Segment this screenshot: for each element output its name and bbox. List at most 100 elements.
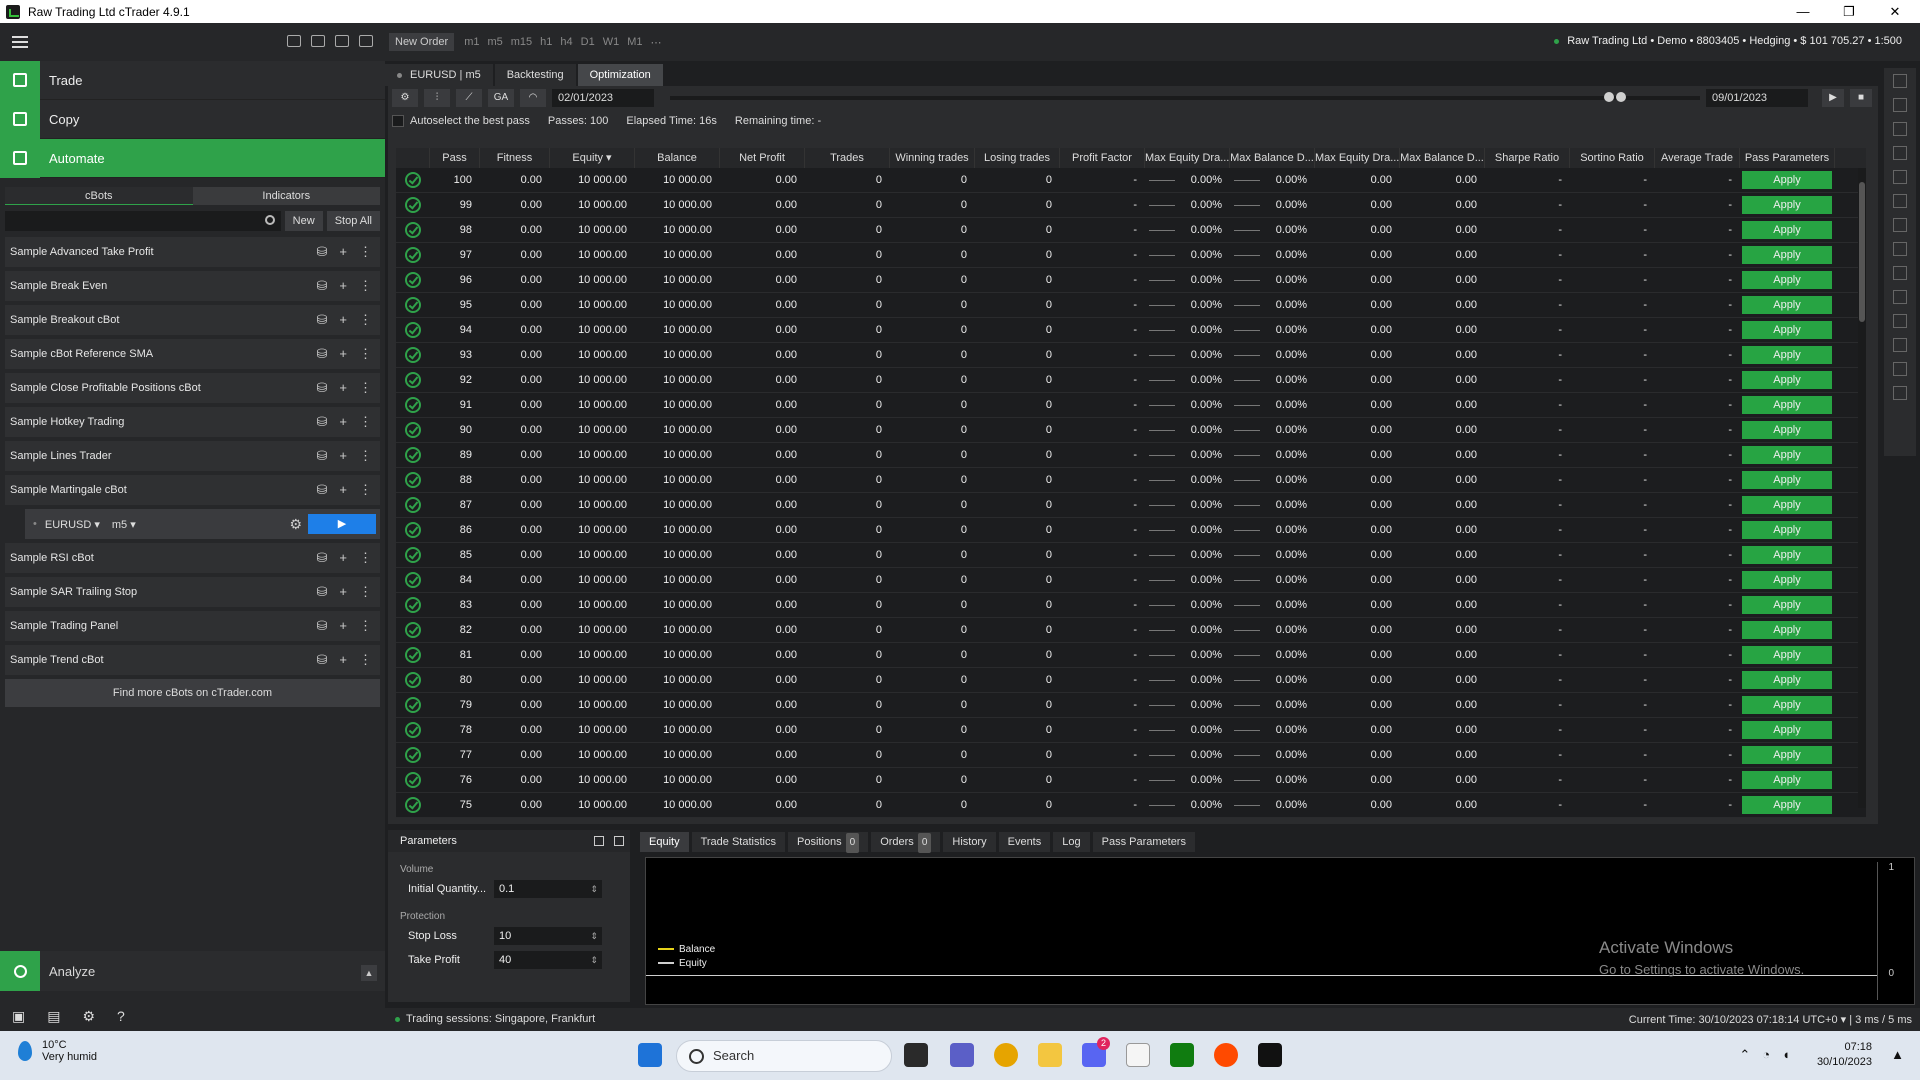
tab-equity[interactable]: Equity	[640, 832, 689, 852]
instances-icon[interactable]: ⛁	[317, 381, 328, 394]
crosshair-icon[interactable]	[1893, 98, 1907, 112]
parameters-icon[interactable]: ⫶	[424, 89, 450, 107]
table-row[interactable]: 81 0.00 10 000.00 10 000.00 0.00 0 0 0-0.00% 0.0…	[396, 643, 1866, 668]
find-more-cbots-button[interactable]: Find more cBots on cTrader.com	[5, 679, 380, 707]
apply-button[interactable]: Apply	[1742, 296, 1832, 314]
channel-icon[interactable]	[1893, 242, 1907, 256]
table-row[interactable]: 83 0.00 10 000.00 10 000.00 0.00 0 0 0-0.00% 0.0…	[396, 593, 1866, 618]
table-row[interactable]: 91 0.00 10 000.00 10 000.00 0.00 0 0 0-0.00% 0.0…	[396, 393, 1866, 418]
tab-cbots[interactable]: cBots	[5, 187, 193, 205]
add-instance-icon[interactable]: +	[339, 449, 347, 462]
table-row[interactable]: 89 0.00 10 000.00 10 000.00 0.00 0 0 0-0.00% 0.0…	[396, 443, 1866, 468]
column-header[interactable]: Fitness	[480, 148, 550, 168]
new-order-button[interactable]: New Order	[389, 33, 455, 51]
apply-button[interactable]: Apply	[1742, 696, 1832, 714]
timeframe-2[interactable]: m15	[511, 36, 532, 49]
menu-icon[interactable]	[12, 36, 28, 48]
instances-icon[interactable]: ⛁	[317, 551, 328, 564]
more-icon[interactable]: ⋮	[359, 449, 372, 462]
cbot-row[interactable]: Sample Martingale cBot ⛁ + ⋮	[5, 475, 380, 505]
table-row[interactable]: 80 0.00 10 000.00 10 000.00 0.00 0 0 0-0.00% 0.0…	[396, 668, 1866, 693]
apply-button[interactable]: Apply	[1742, 421, 1832, 439]
table-row[interactable]: 98 0.00 10 000.00 10 000.00 0.00 0 0 0-0.00% 0.0…	[396, 218, 1866, 243]
rectangle-icon[interactable]	[1893, 266, 1907, 280]
add-instance-icon[interactable]: +	[339, 313, 347, 326]
instances-icon[interactable]: ⛁	[317, 279, 328, 292]
discord-icon[interactable]: 2	[1082, 1037, 1110, 1067]
start-date-picker[interactable]: 02/01/2023	[552, 89, 654, 107]
bell-icon[interactable]	[1893, 386, 1907, 400]
date-range-slider[interactable]	[670, 92, 1700, 102]
column-header[interactable]: Losing trades	[975, 148, 1060, 168]
parameter-value-input[interactable]: 10	[494, 927, 602, 945]
column-header[interactable]: Max Equity Dra...	[1315, 148, 1400, 168]
range-end-handle[interactable]	[1616, 92, 1626, 102]
table-row[interactable]: 78 0.00 10 000.00 10 000.00 0.00 0 0 0-0.00% 0.0…	[396, 718, 1866, 743]
add-instance-icon[interactable]: +	[339, 551, 347, 564]
apply-button[interactable]: Apply	[1742, 371, 1832, 389]
timeframe-7[interactable]: M1	[627, 36, 642, 49]
more-icon[interactable]: ⋮	[359, 279, 372, 292]
apply-button[interactable]: Apply	[1742, 546, 1832, 564]
cbot-row[interactable]: Sample Breakout cBot ⛁ + ⋮	[5, 305, 380, 335]
column-header[interactable]: Pass	[430, 148, 480, 168]
table-row[interactable]: 90 0.00 10 000.00 10 000.00 0.00 0 0 0-0.00% 0.0…	[396, 418, 1866, 443]
more-icon[interactable]: ⋮	[359, 245, 372, 258]
ga-button[interactable]: GA	[488, 89, 514, 107]
instances-icon[interactable]: ⛁	[317, 619, 328, 632]
keyboard-icon[interactable]	[359, 35, 373, 47]
column-header[interactable]: Balance	[635, 148, 720, 168]
gift-icon[interactable]: ▣	[12, 1008, 25, 1025]
nav-automate[interactable]: Automate	[0, 138, 385, 178]
column-header[interactable]: Max Balance D...	[1400, 148, 1485, 168]
apply-button[interactable]: Apply	[1742, 271, 1832, 289]
table-row[interactable]: 84 0.00 10 000.00 10 000.00 0.00 0 0 0-0.00% 0.0…	[396, 568, 1866, 593]
fibonacci-icon[interactable]	[1893, 194, 1907, 208]
table-row[interactable]: 100 0.00 10 000.00 10 000.00 0.00 0 0 0-0.00% 0.…	[396, 168, 1866, 193]
apply-button[interactable]: Apply	[1742, 646, 1832, 664]
instances-icon[interactable]: ⛁	[317, 313, 328, 326]
table-row[interactable]: 77 0.00 10 000.00 10 000.00 0.00 0 0 0-0.00% 0.0…	[396, 743, 1866, 768]
apply-button[interactable]: Apply	[1742, 771, 1832, 789]
column-header[interactable]: Sharpe Ratio	[1485, 148, 1570, 168]
line-icon[interactable]	[1893, 146, 1907, 160]
teams-icon[interactable]	[950, 1043, 974, 1067]
table-row[interactable]: 79 0.00 10 000.00 10 000.00 0.00 0 0 0-0.00% 0.0…	[396, 693, 1866, 718]
apply-button[interactable]: Apply	[1742, 796, 1832, 814]
tab-optimization[interactable]: Optimization	[577, 64, 663, 86]
more-icon[interactable]: ⋮	[359, 313, 372, 326]
table-row[interactable]: 93 0.00 10 000.00 10 000.00 0.00 0 0 0-0.00% 0.0…	[396, 343, 1866, 368]
camera-icon[interactable]	[1893, 362, 1907, 376]
text-icon[interactable]	[1893, 314, 1907, 328]
timeframe-4[interactable]: h4	[560, 36, 572, 49]
apply-button[interactable]: Apply	[1742, 196, 1832, 214]
weather-widget[interactable]: 10°C Very humid	[18, 1039, 97, 1063]
cbot-row[interactable]: Sample Trend cBot ⛁ + ⋮	[5, 645, 380, 675]
column-header[interactable]: Max Balance D...	[1230, 148, 1315, 168]
more-icon[interactable]: ⋮	[359, 585, 372, 598]
table-row[interactable]: 76 0.00 10 000.00 10 000.00 0.00 0 0 0-0.00% 0.0…	[396, 768, 1866, 793]
column-header[interactable]: Net Profit	[720, 148, 805, 168]
instances-icon[interactable]: ⛁	[317, 483, 328, 496]
column-header[interactable]: Trades	[805, 148, 890, 168]
apply-button[interactable]: Apply	[1742, 221, 1832, 239]
table-row[interactable]: 92 0.00 10 000.00 10 000.00 0.00 0 0 0-0.00% 0.0…	[396, 368, 1866, 393]
column-header[interactable]: Profit Factor	[1060, 148, 1145, 168]
table-row[interactable]: 97 0.00 10 000.00 10 000.00 0.00 0 0 0-0.00% 0.0…	[396, 243, 1866, 268]
apply-button[interactable]: Apply	[1742, 596, 1832, 614]
chart-icon[interactable]: ⟋	[456, 89, 482, 107]
tab-log[interactable]: Log	[1053, 832, 1090, 852]
table-row[interactable]: 85 0.00 10 000.00 10 000.00 0.00 0 0 0-0.00% 0.0…	[396, 543, 1866, 568]
tab-events[interactable]: Events	[998, 832, 1051, 852]
ellipse-icon[interactable]	[1893, 290, 1907, 304]
timeframe-6[interactable]: W1	[603, 36, 620, 49]
nav-analyze[interactable]: Analyze ▲	[0, 951, 385, 991]
tab-indicators[interactable]: Indicators	[192, 187, 380, 205]
timeframe-3[interactable]: h1	[540, 36, 552, 49]
apply-button[interactable]: Apply	[1742, 721, 1832, 739]
tab-orders[interactable]: Orders 0	[871, 832, 941, 853]
timeframe-5[interactable]: D1	[581, 36, 595, 49]
nav-copy[interactable]: Copy	[0, 99, 385, 139]
file-explorer-icon[interactable]	[1038, 1043, 1062, 1067]
volume-icon[interactable]: ◖	[1782, 1047, 1790, 1063]
